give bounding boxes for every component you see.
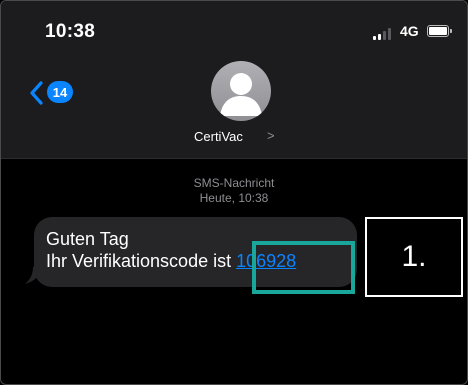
network-type: 4G xyxy=(400,23,419,39)
message-code-prefix: Ihr Verifikationscode ist xyxy=(46,251,237,271)
phone-screen: 10:38 4G 14 CertiVac > SMS-Nachricht Heu… xyxy=(0,0,468,385)
code-highlight-box xyxy=(252,241,355,294)
chevron-left-icon xyxy=(30,81,43,105)
avatar-placeholder-icon xyxy=(220,73,262,116)
step-label-box: 1. xyxy=(365,217,463,297)
chevron-right-icon[interactable]: > xyxy=(267,128,275,143)
unread-count-badge: 14 xyxy=(47,81,73,103)
conversation-header: 10:38 4G 14 CertiVac > xyxy=(1,1,467,159)
contact-name[interactable]: CertiVac xyxy=(194,129,243,144)
message-timestamp: Heute, 10:38 xyxy=(199,191,269,205)
back-button[interactable]: 14 xyxy=(29,78,89,110)
contact-avatar[interactable] xyxy=(211,61,271,121)
battery-icon xyxy=(427,25,453,37)
status-time: 10:38 xyxy=(45,21,96,42)
message-service-label: SMS-Nachricht xyxy=(193,176,275,190)
signal-icon xyxy=(373,26,395,40)
